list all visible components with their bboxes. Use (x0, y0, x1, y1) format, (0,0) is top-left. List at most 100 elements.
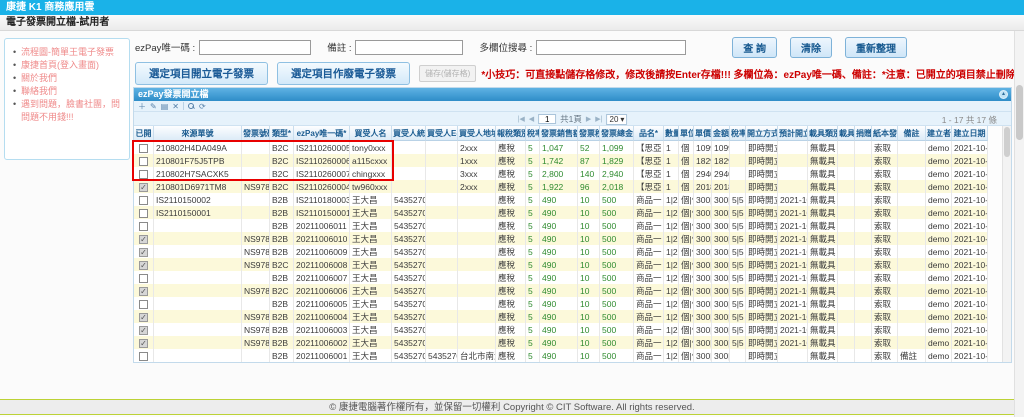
grid-cell[interactable] (778, 154, 808, 167)
grid-cell[interactable] (898, 310, 926, 323)
grid-cell[interactable] (426, 245, 458, 258)
grid-cell[interactable] (154, 297, 242, 310)
table-row[interactable]: B2B20211006007王大昌5435270應稅549010500商品一1|… (134, 271, 988, 284)
grid-cell[interactable]: 5|5 (730, 284, 746, 297)
grid-cell[interactable]: 300|2 (712, 219, 730, 232)
grid-cell[interactable]: 300|2 (712, 323, 730, 336)
grid-cell[interactable]: 20211006008 (294, 258, 350, 271)
grid-cell[interactable]: demo (926, 297, 952, 310)
grid-cell[interactable]: 300|1 (694, 258, 712, 271)
grid-cell[interactable]: 2021-10- (778, 271, 808, 284)
grid-cell[interactable]: 300|1 (694, 219, 712, 232)
grid-cell[interactable]: 5 (526, 297, 540, 310)
column-header[interactable]: 載具類別 (808, 126, 838, 141)
column-header[interactable]: 來源單號 (154, 126, 242, 141)
grid-cell[interactable] (392, 180, 426, 193)
grid-cell[interactable]: 300|2 (712, 206, 730, 219)
grid-cell[interactable]: 5435270 (392, 310, 426, 323)
add-icon[interactable]: ＋ (138, 102, 146, 111)
grid-cell[interactable]: 490 (540, 323, 578, 336)
grid-cell[interactable]: 1 (664, 154, 679, 167)
grid-cell[interactable] (154, 284, 242, 297)
issued-checkbox[interactable]: ✓ (139, 248, 148, 257)
grid-cell[interactable] (426, 336, 458, 349)
grid-cell[interactable]: 10 (578, 284, 600, 297)
grid-cell[interactable]: 2021-10- (778, 258, 808, 271)
grid-cell[interactable] (242, 141, 270, 154)
grid-cell[interactable]: demo (926, 180, 952, 193)
grid-cell[interactable]: 1,829 (600, 154, 634, 167)
grid-cell[interactable]: 10 (578, 206, 600, 219)
column-header[interactable]: 開立方式 (746, 126, 778, 141)
issued-checkbox[interactable]: ✓ (139, 339, 148, 348)
grid-cell[interactable]: 個|個 (679, 323, 694, 336)
table-row[interactable]: ✓NS978B2B20211006010王大昌5435270應稅54901050… (134, 232, 988, 245)
grid-cell[interactable] (458, 206, 496, 219)
grid-cell[interactable]: B2B (270, 206, 294, 219)
void-invoice-button[interactable]: 選定項目作廢電子發票 (277, 62, 410, 85)
grid-cell[interactable]: 個|個 (679, 245, 694, 258)
grid-cell[interactable]: 應稅 (496, 284, 526, 297)
grid-cell[interactable]: 應稅 (496, 141, 526, 154)
grid-cell[interactable]: 索取 (872, 167, 898, 180)
grid-cell[interactable]: 索取 (872, 336, 898, 349)
grid-cell[interactable]: 索取 (872, 271, 898, 284)
grid-cell[interactable]: 5|5 (730, 193, 746, 206)
grid-cell[interactable]: 300|1 (694, 206, 712, 219)
grid-cell[interactable]: 5435270 (392, 323, 426, 336)
grid-cell[interactable]: 應稅 (496, 219, 526, 232)
grid-cell[interactable]: 5 (526, 167, 540, 180)
grid-cell[interactable] (855, 245, 872, 258)
grid-cell[interactable]: 5 (526, 232, 540, 245)
grid-cell[interactable] (458, 297, 496, 310)
grid-cell[interactable] (838, 271, 855, 284)
grid-cell[interactable]: 即時開立 (746, 323, 778, 336)
grid-cell[interactable]: 1|2 (664, 310, 679, 323)
grid-cell[interactable]: NS978 (242, 232, 270, 245)
grid-cell[interactable]: 即時開立 (746, 167, 778, 180)
grid-cell[interactable]: 王大昌 (350, 232, 392, 245)
grid-cell[interactable]: 無載具 (808, 180, 838, 193)
grid-cell[interactable]: 無載具 (808, 349, 838, 362)
grid-cell[interactable]: 個|個 (679, 310, 694, 323)
grid-cell[interactable] (154, 232, 242, 245)
grid-cell[interactable]: 10 (578, 310, 600, 323)
grid-cell[interactable]: 500 (600, 193, 634, 206)
grid-cell[interactable]: 20211006004 (294, 310, 350, 323)
grid-cell[interactable] (898, 219, 926, 232)
grid-cell[interactable] (458, 336, 496, 349)
grid-cell[interactable]: demo (926, 193, 952, 206)
grid-cell[interactable]: 王大昌 (350, 206, 392, 219)
grid-cell[interactable]: 即時開立 (746, 154, 778, 167)
grid-cell[interactable] (730, 180, 746, 193)
grid-cell[interactable] (154, 271, 242, 284)
grid-cell[interactable]: 10 (578, 232, 600, 245)
column-header[interactable]: 品名* (634, 126, 664, 141)
grid-cell[interactable] (898, 284, 926, 297)
grid-cell[interactable]: 500 (600, 336, 634, 349)
grid-cell[interactable]: 2021-10- (778, 245, 808, 258)
grid-cell[interactable] (458, 193, 496, 206)
grid-cell[interactable] (242, 297, 270, 310)
grid-scrollbar-thumb[interactable] (1004, 127, 1010, 157)
grid-cell[interactable]: 2021-10- (778, 219, 808, 232)
collapse-icon[interactable]: ▴ (999, 90, 1008, 99)
grid-cell[interactable] (898, 336, 926, 349)
grid-cell[interactable]: a115cxxx (350, 154, 392, 167)
grid-cell[interactable]: 490 (540, 349, 578, 362)
grid-cell[interactable]: 210801F75J5TPB (154, 154, 242, 167)
grid-cell[interactable]: 應稅 (496, 167, 526, 180)
grid-cell[interactable]: 2018. (694, 180, 712, 193)
table-row[interactable]: ✓NS978B2B20211006009王大昌5435270應稅54901050… (134, 245, 988, 258)
grid-cell[interactable]: 5|5 (730, 297, 746, 310)
grid-cell[interactable]: 5435270 (392, 258, 426, 271)
grid-cell[interactable]: 2021-10- (952, 154, 988, 167)
grid-cell[interactable]: 2021-10- (952, 310, 988, 323)
grid-cell[interactable]: 500 (600, 206, 634, 219)
grid-cell[interactable]: demo (926, 154, 952, 167)
grid-cell[interactable]: 10 (578, 323, 600, 336)
grid-cell[interactable]: 2021-10- (778, 310, 808, 323)
grid-cell[interactable]: 5|5 (730, 336, 746, 349)
table-row[interactable]: 210802H7SACXK5B2CIS2110260007chingxxx3xx… (134, 167, 988, 180)
grid-cell[interactable]: 1|2 (664, 297, 679, 310)
